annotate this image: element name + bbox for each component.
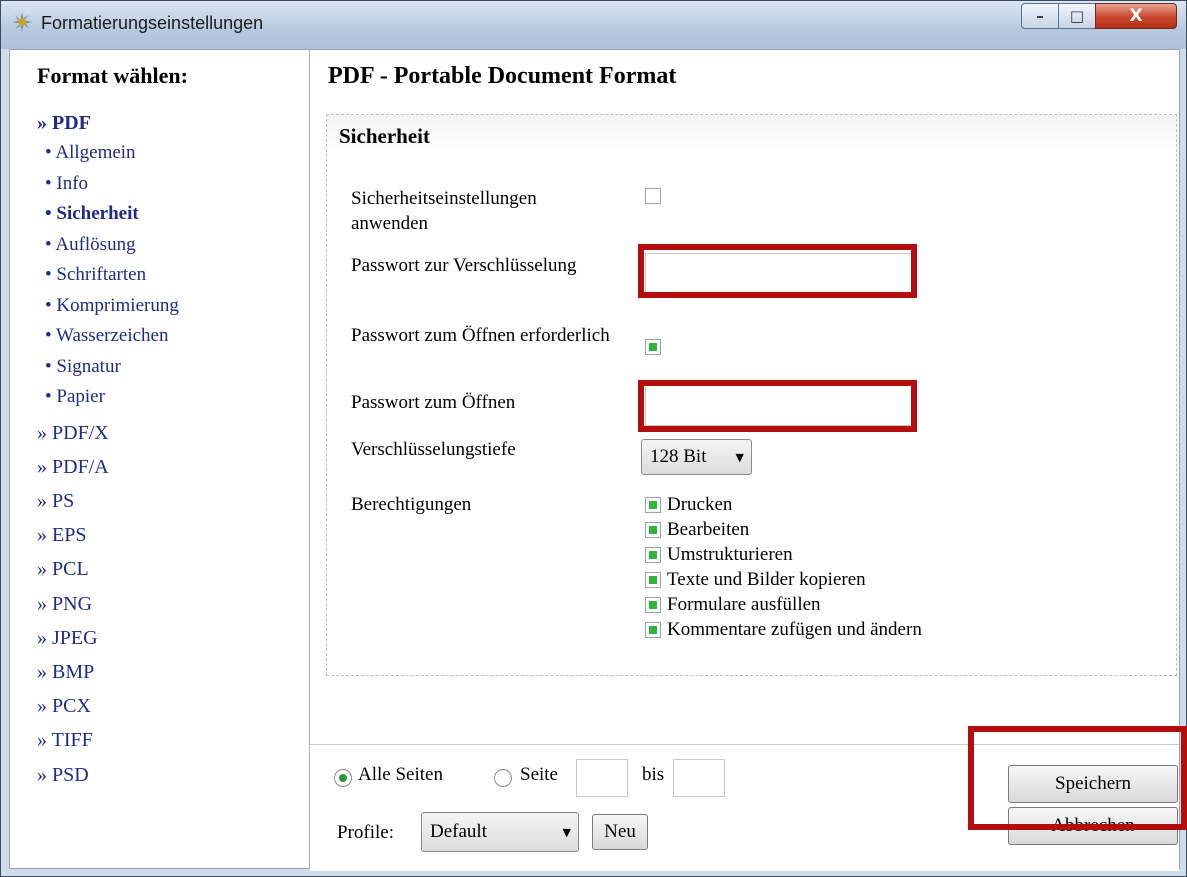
- encryption-password-input[interactable]: [645, 253, 915, 295]
- nav-sub-papier[interactable]: • Papier: [37, 382, 179, 413]
- profile-label: Profile:: [337, 822, 394, 843]
- bottom-bar: Alle Seiten Seite bis Profile: Default ▼…: [310, 744, 1179, 871]
- page-title: PDF - Portable Document Format: [328, 63, 677, 89]
- permission-label: Formulare ausfüllen: [667, 594, 821, 615]
- permission-umstrukturieren[interactable]: Umstrukturieren: [645, 542, 793, 567]
- encryption-depth-select[interactable]: 128 Bit ▼: [641, 439, 752, 475]
- nav-group-ps[interactable]: » PS: [37, 484, 179, 518]
- format-nav: » PDF • Allgemein • Info • Sicherheit • …: [37, 108, 179, 792]
- all-pages-label: Alle Seiten: [358, 764, 443, 785]
- save-button[interactable]: Speichern: [1008, 765, 1178, 803]
- permission-kommentare[interactable]: Kommentare zufügen und ändern: [645, 617, 922, 642]
- nav-group-pdf[interactable]: » PDF: [37, 108, 179, 138]
- pdf-sub-list: • Allgemein • Info • Sicherheit • Auflös…: [37, 138, 179, 413]
- nav-sub-aufloesung[interactable]: • Auflösung: [37, 230, 179, 261]
- open-password-required-label: Passwort zum Öffnen erforderlich: [351, 325, 610, 346]
- nav-sub-komprimierung[interactable]: • Komprimierung: [37, 291, 179, 322]
- format-sidebar: Format wählen: » PDF • Allgemein • Info …: [10, 50, 310, 868]
- nav-group-tiff[interactable]: » TIFF: [37, 723, 179, 757]
- window-title: Formatierungseinstellungen: [41, 13, 264, 33]
- apply-security-checkbox[interactable]: [645, 188, 661, 204]
- permission-label: Texte und Bilder kopieren: [667, 569, 866, 590]
- permission-checkbox[interactable]: [645, 621, 661, 638]
- chevron-down-icon: ▼: [735, 450, 744, 464]
- nav-sub-info[interactable]: • Info: [37, 169, 179, 200]
- apply-security-label: Sicherheitseinstellungen anwenden: [351, 188, 537, 234]
- title-bar[interactable]: Formatierungseinstellungen – □ X: [1, 1, 1186, 49]
- nav-sub-signatur[interactable]: • Signatur: [37, 352, 179, 383]
- encryption-depth-value: 128 Bit: [650, 446, 707, 467]
- nav-sub-allgemein[interactable]: • Allgemein: [37, 138, 179, 169]
- encryption-depth-label: Verschlüsselungstiefe: [351, 439, 516, 460]
- page-range-radio[interactable]: [494, 769, 512, 787]
- open-password-input[interactable]: [645, 384, 915, 426]
- page-from-input[interactable]: [576, 759, 628, 797]
- security-section: Sicherheit Sicherheitseinstellungen anwe…: [326, 114, 1177, 676]
- close-icon: X: [1129, 6, 1143, 26]
- nav-group-jpeg[interactable]: » JPEG: [37, 621, 179, 655]
- open-password-required-checkbox[interactable]: [645, 339, 661, 355]
- nav-group-bmp[interactable]: » BMP: [37, 655, 179, 689]
- permission-label: Bearbeiten: [667, 519, 750, 540]
- nav-group-pdfx[interactable]: » PDF/X: [37, 416, 179, 450]
- nav-sub-schriftarten[interactable]: • Schriftarten: [37, 260, 179, 291]
- permission-checkbox[interactable]: [645, 596, 661, 613]
- page-label: Seite: [520, 764, 558, 785]
- chevron-down-icon: ▼: [562, 825, 571, 839]
- new-profile-button[interactable]: Neu: [592, 814, 648, 850]
- minimize-button[interactable]: –: [1021, 3, 1059, 29]
- permission-label: Drucken: [667, 494, 733, 515]
- profile-value: Default: [430, 821, 487, 842]
- sidebar-heading: Format wählen:: [37, 63, 188, 88]
- nav-group-pcx[interactable]: » PCX: [37, 689, 179, 723]
- client-area: Format wählen: » PDF • Allgemein • Info …: [9, 49, 1180, 871]
- maximize-icon: □: [1069, 7, 1085, 25]
- section-title: Sicherheit: [339, 124, 430, 148]
- close-button[interactable]: X: [1095, 3, 1177, 29]
- permission-kopieren[interactable]: Texte und Bilder kopieren: [645, 567, 866, 592]
- nav-group-pcl[interactable]: » PCL: [37, 552, 179, 586]
- nav-group-pdfa[interactable]: » PDF/A: [37, 450, 179, 484]
- app-icon: [12, 12, 32, 32]
- cancel-button[interactable]: Abbrechen: [1008, 807, 1178, 845]
- nav-sub-wasserzeichen[interactable]: • Wasserzeichen: [37, 321, 179, 352]
- settings-window: Formatierungseinstellungen – □ X Format …: [0, 0, 1187, 877]
- permission-checkbox[interactable]: [645, 521, 661, 538]
- section-header: Sicherheit: [327, 115, 1176, 153]
- permission-label: Kommentare zufügen und ändern: [667, 619, 922, 640]
- nav-group-psd[interactable]: » PSD: [37, 758, 179, 792]
- nav-group-png[interactable]: » PNG: [37, 587, 179, 621]
- permissions-label: Berechtigungen: [351, 494, 472, 515]
- main-panel: PDF - Portable Document Format Sicherhei…: [310, 50, 1179, 871]
- permission-checkbox[interactable]: [645, 546, 661, 563]
- nav-sub-sicherheit[interactable]: • Sicherheit: [37, 199, 179, 230]
- to-label: bis: [642, 764, 665, 785]
- nav-group-eps[interactable]: » EPS: [37, 518, 179, 552]
- permission-formulare[interactable]: Formulare ausfüllen: [645, 592, 821, 617]
- permission-drucken[interactable]: Drucken: [645, 492, 732, 517]
- permission-checkbox[interactable]: [645, 571, 661, 588]
- permission-label: Umstrukturieren: [667, 544, 793, 565]
- encryption-password-label: Passwort zur Verschlüsselung: [351, 255, 577, 276]
- all-pages-radio[interactable]: [334, 769, 352, 787]
- permission-bearbeiten[interactable]: Bearbeiten: [645, 517, 749, 542]
- profile-select[interactable]: Default ▼: [421, 812, 579, 852]
- permission-checkbox[interactable]: [645, 496, 661, 513]
- minimize-icon: –: [1036, 7, 1044, 25]
- open-password-label: Passwort zum Öffnen: [351, 392, 516, 413]
- page-to-input[interactable]: [673, 759, 725, 797]
- maximize-button[interactable]: □: [1058, 3, 1096, 29]
